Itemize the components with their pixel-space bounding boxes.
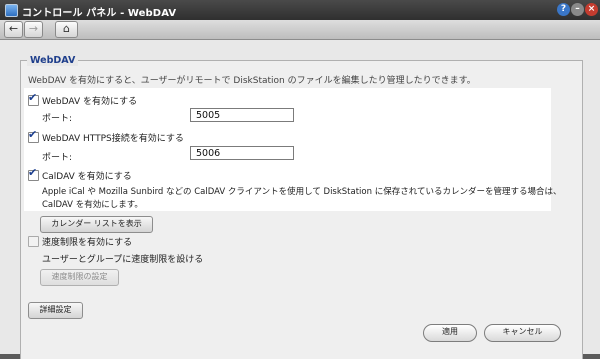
webdav-port-input[interactable]: 5005 [190,108,294,122]
caldav-note-line2: CalDAV を有効にします。 [42,200,143,210]
calendar-list-button[interactable]: カレンダー リストを表示 [40,216,153,233]
navigation-toolbar: ← → ⌂ [0,20,600,40]
content-area: WebDAV WebDAV を有効にすると、ユーザーがリモートで DiskSta… [0,40,600,359]
caldav-checkbox[interactable]: ✔ [28,167,39,181]
speed-limit-checkbox[interactable] [28,236,39,247]
caldav-label: CalDAV を有効にする [42,172,132,182]
apply-button[interactable]: 適用 [423,324,477,342]
window-titlebar: コントロール パネル - WebDAV ? – × [0,0,600,20]
close-icon[interactable]: × [585,3,598,16]
control-panel-icon [5,4,18,17]
speed-limit-settings-button[interactable]: 速度制限の設定 [40,269,119,286]
webdav-https-port-label: ポート: [42,153,73,163]
speed-limit-label: 速度制限を有効にする [42,238,133,248]
webdav-https-port-input[interactable]: 5006 [190,146,294,160]
advanced-settings-button[interactable]: 詳細設定 [28,302,83,319]
webdav-checkbox[interactable]: ✔ [28,92,39,106]
webdav-label: WebDAV を有効にする [42,97,138,107]
minimize-icon[interactable]: – [571,3,584,16]
webdav-https-checkbox[interactable]: ✔ [28,129,39,143]
forward-icon[interactable]: → [24,21,43,38]
window-title: コントロール パネル - WebDAV [22,8,177,19]
cancel-button[interactable]: キャンセル [484,324,561,342]
help-icon[interactable]: ? [557,3,570,16]
home-icon[interactable]: ⌂ [55,21,78,38]
section-description: WebDAV を有効にすると、ユーザーがリモートで DiskStation のフ… [28,76,476,86]
webdav-port-label: ポート: [42,114,73,124]
webdav-https-label: WebDAV HTTPS接続を有効にする [42,134,184,144]
section-title: WebDAV [27,55,79,66]
speed-limit-description: ユーザーとグループに速度制限を設ける [42,255,204,265]
caldav-note-line1: Apple iCal や Mozilla Sunbird などの CalDAV … [42,187,562,197]
back-icon[interactable]: ← [4,21,23,38]
